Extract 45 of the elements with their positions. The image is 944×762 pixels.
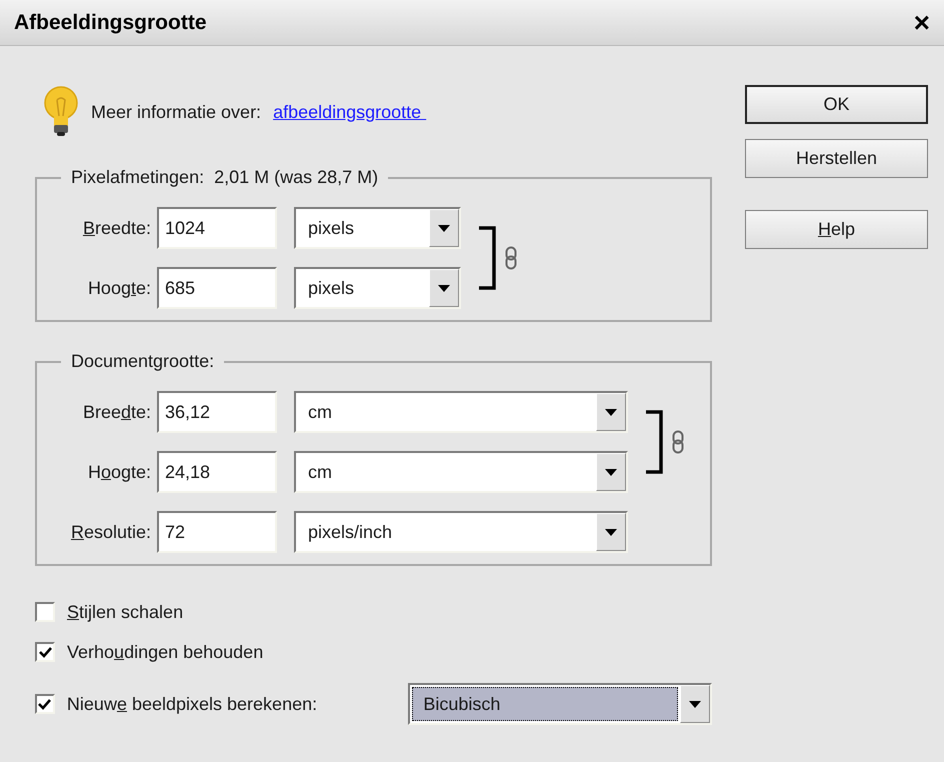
input-field[interactable]: 36,12 <box>157 391 277 433</box>
dropdown[interactable]: pixels/inch <box>294 511 628 553</box>
lightbulb-icon <box>43 86 79 138</box>
caret-icon <box>688 700 701 708</box>
field-label: Breedte: <box>82 400 152 424</box>
input-field[interactable]: 72 <box>157 511 277 553</box>
caret-icon <box>605 408 617 416</box>
dialog-button[interactable]: Help <box>745 210 928 249</box>
caret-icon <box>438 224 450 232</box>
group-title: Pixelafmetingen: <box>71 166 204 189</box>
chain-link-icon[interactable] <box>672 430 684 454</box>
checkbox-label[interactable]: Verhoudingen behouden <box>67 638 410 666</box>
input-field[interactable]: 1024 <box>157 207 277 249</box>
dropdown[interactable]: pixels <box>294 267 461 309</box>
dropdown[interactable]: Bicubisch <box>408 683 712 725</box>
field-label: Hoogte: <box>86 276 152 300</box>
bracket-icon <box>646 410 664 474</box>
help-link[interactable]: afbeeldingsgrootte <box>273 98 426 126</box>
dropdown[interactable]: cm <box>294 391 628 433</box>
bracket-icon <box>479 226 497 290</box>
checkbox-label[interactable]: Nieuwe beeldpixels berekenen: <box>66 690 408 718</box>
input-field[interactable]: 24,18 <box>157 451 277 493</box>
info-text: Meer informatie over: <box>91 100 262 124</box>
checkbox[interactable] <box>35 694 55 714</box>
dropdown[interactable]: pixels <box>294 207 461 249</box>
caret-icon <box>438 284 450 292</box>
field-label: Hoogte: <box>86 460 152 484</box>
dialog-button[interactable]: Herstellen <box>745 139 928 178</box>
dialog-button[interactable]: OK <box>745 85 928 124</box>
checkbox-label[interactable]: Stijlen schalen <box>67 598 410 626</box>
dropdown[interactable]: cm <box>294 451 628 493</box>
chain-link-icon[interactable] <box>505 246 517 270</box>
checkmark-icon <box>38 646 52 658</box>
checkmark-icon <box>38 698 52 710</box>
group-title: Documentgrootte: <box>71 350 214 373</box>
field-label: Breedte: <box>82 216 152 240</box>
window-title: Afbeeldingsgrootte <box>14 10 206 36</box>
checkbox[interactable] <box>35 602 55 622</box>
close-button[interactable]: × <box>914 8 930 36</box>
input-field[interactable]: 685 <box>157 267 277 309</box>
size-info: 2,01 M (was 28,7 M) <box>214 166 378 189</box>
field-label: Resolutie: <box>70 520 152 544</box>
caret-icon <box>605 468 617 476</box>
caret-icon <box>605 528 617 536</box>
checkbox[interactable] <box>35 642 55 662</box>
